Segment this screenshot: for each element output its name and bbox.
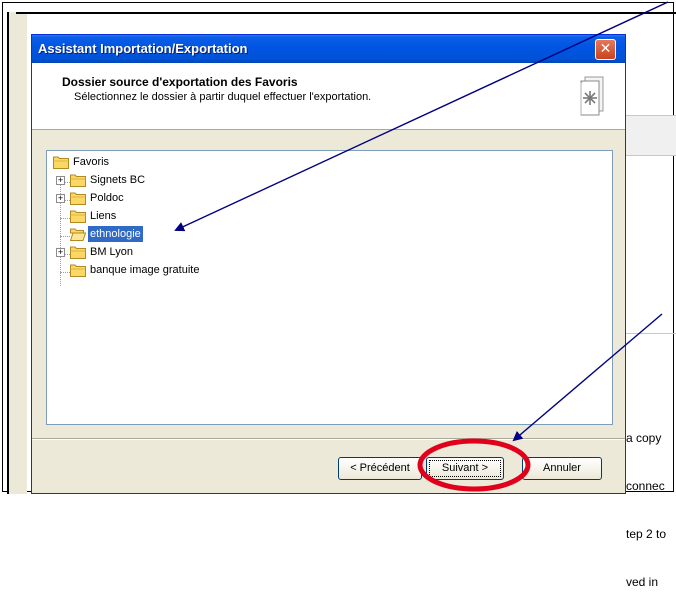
focus-ring: [429, 460, 501, 477]
folder-icon: [70, 264, 86, 277]
open-folder-icon: [70, 228, 86, 241]
background-window-top-border: [16, 12, 676, 14]
background-window-band: [624, 115, 676, 156]
tree-item-label: Liens: [90, 210, 117, 222]
background-partial-text: a copy connec tep 2 to ved in: [626, 398, 676, 606]
tree-item-label: banque image gratuite: [90, 264, 200, 276]
folder-icon: [70, 192, 86, 205]
footer-separator: [32, 438, 625, 440]
background-text-line: connec: [626, 479, 665, 493]
folder-icon: [70, 174, 86, 187]
title-bar[interactable]: Assistant Importation/Exportation ✕: [32, 35, 625, 63]
tree-item-label: Favoris: [73, 156, 110, 168]
dialog-title: Assistant Importation/Exportation: [38, 41, 248, 56]
tree-item-liens[interactable]: Liens: [56, 207, 256, 225]
tree-item-favoris[interactable]: Favoris: [53, 153, 253, 171]
plus-expander-icon[interactable]: +: [56, 176, 65, 185]
tree-item-bm-lyon[interactable]: + BM Lyon: [56, 243, 256, 261]
background-window-rule: [624, 333, 676, 334]
tree-item-label: ethnologie: [88, 226, 143, 242]
tree-item-label: Signets BC: [90, 174, 146, 186]
close-button[interactable]: ✕: [595, 39, 616, 60]
background-text-line: tep 2 to: [626, 527, 667, 541]
header-title: Dossier source d'exportation des Favoris: [62, 75, 298, 89]
tree-item-signets-bc[interactable]: + Signets BC: [56, 171, 256, 189]
background-text-line: ved in: [626, 575, 659, 589]
folder-icon: [70, 246, 86, 259]
close-icon: ✕: [599, 41, 612, 57]
wizard-header: Dossier source d'exportation des Favoris…: [32, 63, 625, 130]
next-button[interactable]: Suivant >: [426, 457, 504, 480]
folder-icon: [53, 156, 69, 169]
folder-tree[interactable]: Favoris + Signets BC + Poldoc Liens ethn…: [46, 150, 613, 425]
background-text-line: a copy: [626, 431, 662, 445]
tree-item-label: BM Lyon: [90, 246, 134, 258]
plus-expander-icon[interactable]: +: [56, 194, 65, 203]
tree-item-label: Poldoc: [90, 192, 124, 204]
folder-icon: [70, 210, 86, 223]
tree-item-ethnologie[interactable]: ethnologie: [56, 225, 256, 243]
background-window-edge: [7, 12, 27, 494]
back-button[interactable]: < Précédent: [338, 457, 422, 480]
import-export-wizard-dialog: Assistant Importation/Exportation ✕ Doss…: [31, 34, 626, 494]
header-subtitle: Sélectionnez le dossier à partir duquel …: [74, 91, 372, 103]
favorites-export-icon: [580, 76, 604, 116]
tree-item-banque-image-gratuite[interactable]: banque image gratuite: [56, 261, 276, 279]
plus-expander-icon[interactable]: +: [56, 248, 65, 257]
tree-item-poldoc[interactable]: + Poldoc: [56, 189, 256, 207]
cancel-button[interactable]: Annuler: [522, 457, 602, 480]
